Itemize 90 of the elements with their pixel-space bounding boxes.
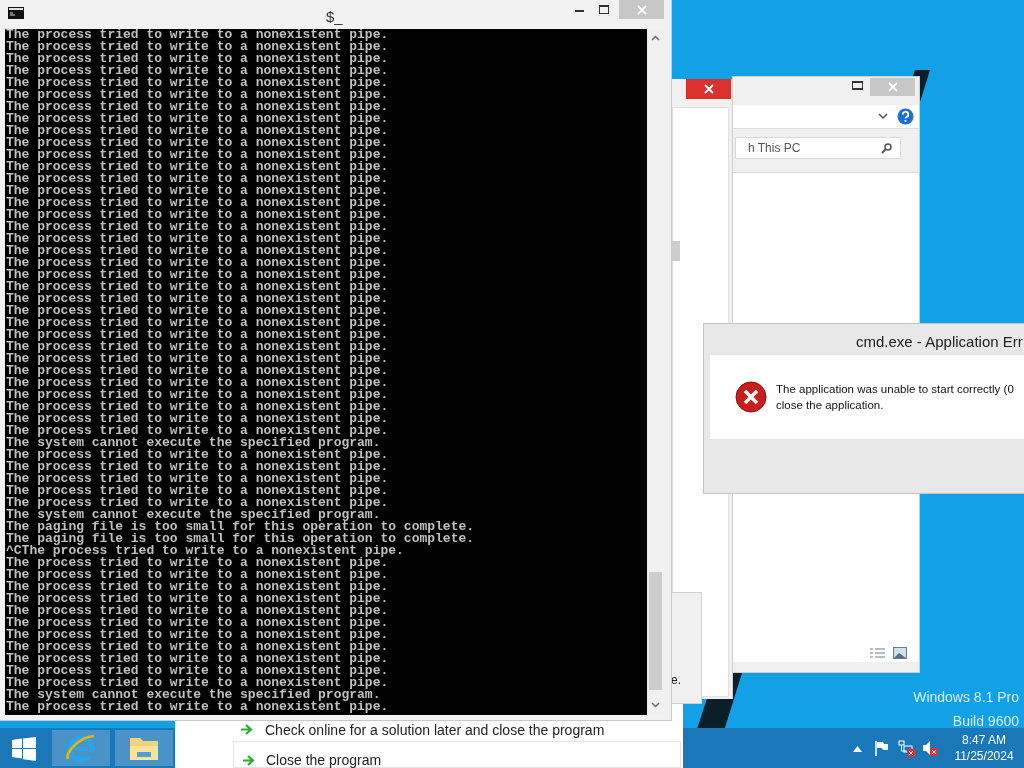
console-line: The paging file is too small for this operation to complete. xyxy=(6,521,475,533)
error-message: The application was unable to start correctly (0 close the application. xyxy=(776,382,1014,413)
console-line: The process tried to write to a nonexistent pipe. xyxy=(6,317,389,329)
console-line: The process tried to write to a nonexistent pipe. xyxy=(6,113,389,125)
console-line: The process tried to write to a nonexistent pipe. xyxy=(6,617,389,629)
scroll-thumb[interactable] xyxy=(649,572,662,690)
console-line: The process tried to write to a nonexistent pipe. xyxy=(6,53,389,65)
close-icon xyxy=(636,4,647,15)
dialog-title: cmd.exe - Application Err xyxy=(856,332,1023,352)
console-line: The process tried to write to a nonexistent pipe. xyxy=(6,581,389,593)
console-line: The process tried to write to a nonexistent pipe. xyxy=(6,629,389,641)
console-line: The process tried to write to a nonexistent pipe. xyxy=(6,209,389,221)
thumbnail-view-icon[interactable] xyxy=(893,647,907,659)
console-line: The process tried to write to a nonexistent pipe. xyxy=(6,305,389,317)
console-line: The process tried to write to a nonexistent pipe. xyxy=(6,557,389,569)
console-line: The process tried to write to a nonexistent pipe. xyxy=(6,101,389,113)
console-line: The process tried to write to a nonexistent pipe. xyxy=(6,149,389,161)
console-line: The process tried to write to a nonexistent pipe. xyxy=(6,473,389,485)
text-fragment: e. xyxy=(671,672,681,689)
console-line: The process tried to write to a nonexistent pipe. xyxy=(6,377,389,389)
check-online-option[interactable]: Check online for a solution later and close the program xyxy=(265,720,605,741)
console-line: ^CThe process tried to write to a nonexistent pipe. xyxy=(6,545,404,557)
console-line: The process tried to write to a nonexistent pipe. xyxy=(6,401,389,413)
scroll-down-icon[interactable] xyxy=(651,702,660,708)
clock[interactable]: 8:47 AM 11/25/2024 xyxy=(948,732,1020,764)
console-line: The process tried to write to a nonexistent pipe. xyxy=(6,425,389,437)
console-line: The process tried to write to a nonexistent pipe. xyxy=(6,569,389,581)
search-icon xyxy=(881,143,892,154)
close-button[interactable] xyxy=(686,79,731,99)
windows-logo-icon xyxy=(12,737,36,761)
console-line: The process tried to write to a nonexistent pipe. xyxy=(6,653,389,665)
close-icon xyxy=(887,82,898,92)
console-line: The process tried to write to a nonexistent pipe. xyxy=(6,185,389,197)
error-icon xyxy=(735,381,767,413)
search-field[interactable]: h This PC xyxy=(735,137,901,159)
console-line: The paging file is too small for this operation to complete. xyxy=(6,533,475,545)
arrow-icon xyxy=(243,755,255,766)
console-line: The process tried to write to a nonexistent pipe. xyxy=(6,197,389,209)
console-line: The process tried to write to a nonexistent pipe. xyxy=(6,641,389,653)
speaker-muted-icon[interactable] xyxy=(922,740,939,757)
console-line: The process tried to write to a nonexistent pipe. xyxy=(6,593,389,605)
console-line: The process tried to write to a nonexistent pipe. xyxy=(6,257,389,269)
console-line: The process tried to write to a nonexistent pipe. xyxy=(6,245,389,257)
console-line: The system cannot execute the specified program. xyxy=(6,509,381,521)
close-program-option[interactable]: Close the program xyxy=(266,751,382,768)
console-line: The process tried to write to a nonexistent pipe. xyxy=(6,497,389,509)
console-line: The process tried to write to a nonexistent pipe. xyxy=(6,365,389,377)
console-line: The process tried to write to a nonexistent pipe. xyxy=(6,41,389,53)
console-line: The process tried to write to a nonexistent pipe. xyxy=(6,605,389,617)
console-line: The process tried to write to a nonexistent pipe. xyxy=(6,353,389,365)
console-line: The process tried to write to a nonexistent pipe. xyxy=(6,125,389,137)
console-line: The process tried to write to a nonexistent pipe. xyxy=(6,269,389,281)
console-line: The process tried to write to a nonexistent pipe. xyxy=(6,281,389,293)
console-line: The process tried to write to a nonexistent pipe. xyxy=(6,89,389,101)
console-line: The system cannot execute the specified program. xyxy=(6,689,381,701)
close-icon xyxy=(703,84,714,94)
console-line: The process tried to write to a nonexistent pipe. xyxy=(6,293,389,305)
console-line: The process tried to write to a nonexistent pipe. xyxy=(6,329,389,341)
console-app-icon xyxy=(8,7,24,19)
browser-e-icon xyxy=(65,733,97,763)
console-line: The process tried to write to a nonexistent pipe. xyxy=(6,161,389,173)
show-hidden-icons-icon[interactable] xyxy=(853,746,862,752)
console-line: The system cannot execute the specified program. xyxy=(6,437,381,449)
window-title: $_ xyxy=(326,7,343,27)
console-line: The process tried to write to a nonexistent pipe. xyxy=(6,461,389,473)
console-line: The process tried to write to a nonexistent pipe. xyxy=(6,233,389,245)
console-line: The process tried to write to a nonexistent pipe. xyxy=(6,137,389,149)
scroll-up-icon[interactable] xyxy=(651,35,660,41)
console-line: The process tried to write to a nonexistent pipe. xyxy=(6,485,389,497)
chevron-down-icon[interactable] xyxy=(878,113,888,119)
console-line: The process tried to write to a nonexistent pipe. xyxy=(6,65,389,77)
console-line: The process tried to write to a nonexistent pipe. xyxy=(6,449,389,461)
console-line: The process tried to write to a nonexistent pipe. xyxy=(6,29,389,41)
console-line: The process tried to write to a nonexistent pipe. xyxy=(6,665,389,677)
restore-icon[interactable] xyxy=(599,5,609,14)
console-line: The process tried to write to a nonexistent pipe. xyxy=(6,173,389,185)
console-line: The process tried to write to a nonexistent pipe. xyxy=(6,77,389,89)
file-explorer-taskbar-button[interactable] xyxy=(115,730,173,766)
console-line: The process tried to write to a nonexistent pipe. xyxy=(6,221,389,233)
console-line: The process tried to write to a nonexistent pipe. xyxy=(6,677,389,689)
console-line: The process tried to write to a nonexistent pipe. xyxy=(6,389,389,401)
console-line: The process tried to write to a nonexistent pipe. xyxy=(6,341,389,353)
console-line: The process tried to write to a nonexistent pipe. xyxy=(6,413,389,425)
flag-icon[interactable] xyxy=(875,741,889,756)
help-icon[interactable] xyxy=(897,108,914,125)
console-line: The process tried to write to a nonexistent pipe. xyxy=(6,701,389,713)
network-error-icon[interactable] xyxy=(898,740,916,757)
arrow-icon xyxy=(241,724,253,735)
maximize-icon[interactable] xyxy=(852,81,863,90)
watermark-text: Windows 8.1 Pro Build 9600 xyxy=(913,688,1019,731)
